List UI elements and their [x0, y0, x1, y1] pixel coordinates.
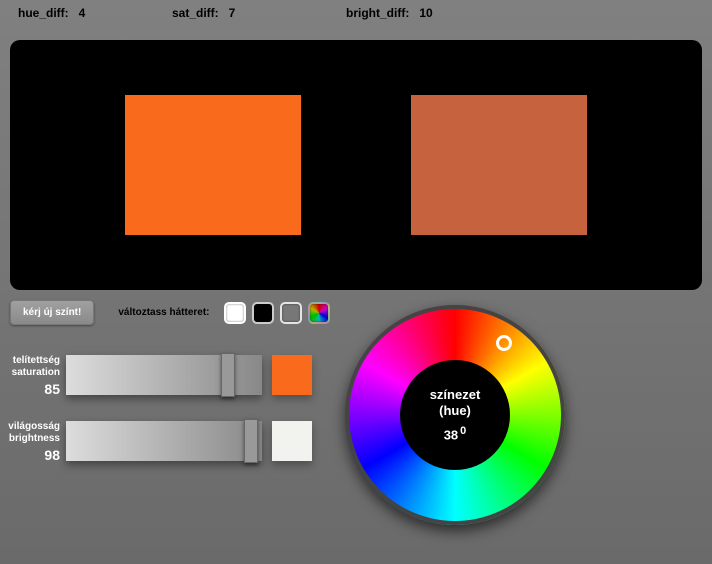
sat-diff-readout: sat_diff: 7 — [172, 6, 342, 20]
bg-chip-multicolor[interactable] — [308, 302, 330, 324]
hue-label-hu: színezet — [430, 387, 481, 403]
brightness-label: világosság brightness 98 — [0, 421, 66, 461]
saturation-slider[interactable] — [66, 355, 262, 395]
saturation-label-en: saturation — [0, 367, 60, 379]
bg-chip-black[interactable] — [252, 302, 274, 324]
background-change-label: változtass hátteret: — [118, 307, 209, 318]
hue-label-en: (hue) — [439, 403, 471, 419]
bg-chip-gray[interactable] — [280, 302, 302, 324]
hue-degree-symbol: 0 — [460, 425, 466, 437]
sat-diff-value: 7 — [229, 6, 236, 20]
sat-diff-label: sat_diff: — [172, 6, 219, 20]
brightness-slider[interactable] — [66, 421, 262, 461]
hue-value: 38 — [444, 427, 458, 442]
hue-wheel[interactable]: színezet (hue) 380 — [345, 305, 565, 525]
hue-wheel-center: színezet (hue) 380 — [400, 360, 510, 470]
comparison-stage — [10, 40, 702, 290]
brightness-label-en: brightness — [0, 433, 60, 445]
bright-diff-readout: bright_diff: 10 — [346, 6, 433, 20]
diff-readouts: hue_diff: 4 sat_diff: 7 bright_diff: 10 — [0, 0, 712, 20]
background-chip-group — [224, 302, 330, 324]
brightness-slider-thumb[interactable] — [244, 419, 258, 463]
hue-wheel-cursor[interactable] — [496, 335, 512, 351]
hue-diff-readout: hue_diff: 4 — [18, 6, 168, 20]
saturation-label: telítettség saturation 85 — [0, 355, 66, 395]
target-color-swatch — [125, 95, 301, 235]
saturation-value: 85 — [0, 383, 60, 395]
bg-chip-white[interactable] — [224, 302, 246, 324]
saturation-label-hu: telítettség — [0, 355, 60, 367]
brightness-swatch — [272, 421, 312, 461]
saturation-slider-thumb[interactable] — [221, 353, 235, 397]
hue-diff-label: hue_diff: — [18, 6, 69, 20]
bright-diff-label: bright_diff: — [346, 6, 409, 20]
hue-diff-value: 4 — [79, 6, 86, 20]
new-color-button[interactable]: kérj új színt! — [10, 300, 94, 325]
brightness-slider-row: világosság brightness 98 — [0, 421, 312, 461]
brightness-label-hu: világosság — [0, 421, 60, 433]
bright-diff-value: 10 — [419, 6, 432, 20]
brightness-value: 98 — [0, 449, 60, 461]
saturation-swatch — [272, 355, 312, 395]
saturation-slider-row: telítettség saturation 85 — [0, 355, 312, 395]
user-color-swatch — [411, 95, 587, 235]
